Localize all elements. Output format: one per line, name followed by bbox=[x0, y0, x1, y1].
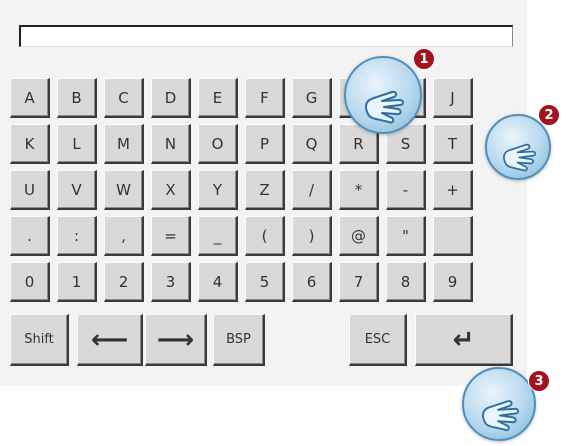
key-z[interactable]: Z bbox=[245, 170, 285, 210]
key-comma[interactable]: , bbox=[104, 216, 144, 256]
text-input-field[interactable] bbox=[19, 25, 513, 47]
key-o[interactable]: O bbox=[198, 124, 238, 164]
key-period[interactable]: . bbox=[10, 216, 50, 256]
key-j[interactable]: J bbox=[433, 78, 473, 118]
key-at[interactable]: @ bbox=[339, 216, 379, 256]
key-v[interactable]: V bbox=[57, 170, 97, 210]
key-asterisk[interactable]: * bbox=[339, 170, 379, 210]
key-paren-close[interactable]: ) bbox=[292, 216, 332, 256]
key-m[interactable]: M bbox=[104, 124, 144, 164]
key-f[interactable]: F bbox=[245, 78, 285, 118]
key-p[interactable]: P bbox=[245, 124, 285, 164]
key-c[interactable]: C bbox=[104, 78, 144, 118]
key-n[interactable]: N bbox=[151, 124, 191, 164]
key-backspace[interactable]: BSP bbox=[213, 314, 265, 366]
touch-hand-icon-2 bbox=[485, 114, 551, 180]
key-y[interactable]: Y bbox=[198, 170, 238, 210]
key-arrow-left[interactable]: ⟵ bbox=[77, 314, 143, 366]
key-e[interactable]: E bbox=[198, 78, 238, 118]
key-paren-open[interactable]: ( bbox=[245, 216, 285, 256]
key-w[interactable]: W bbox=[104, 170, 144, 210]
callout-badge-2: 2 bbox=[538, 104, 560, 126]
touch-hand-icon-3 bbox=[462, 367, 536, 441]
callout-badge-1: 1 bbox=[413, 48, 435, 70]
key-0[interactable]: 0 bbox=[10, 262, 50, 302]
key-8[interactable]: 8 bbox=[386, 262, 426, 302]
key-2[interactable]: 2 bbox=[104, 262, 144, 302]
key-d[interactable]: D bbox=[151, 78, 191, 118]
key-minus[interactable]: - bbox=[386, 170, 426, 210]
key-7[interactable]: 7 bbox=[339, 262, 379, 302]
key-arrow-right[interactable]: ⟶ bbox=[145, 314, 207, 366]
callout-badge-3: 3 bbox=[528, 370, 550, 392]
key-6[interactable]: 6 bbox=[292, 262, 332, 302]
key-4[interactable]: 4 bbox=[198, 262, 238, 302]
touch-hand-icon-1 bbox=[344, 56, 422, 134]
key-3[interactable]: 3 bbox=[151, 262, 191, 302]
key-t[interactable]: T bbox=[433, 124, 473, 164]
key-1[interactable]: 1 bbox=[57, 262, 97, 302]
key-l[interactable]: L bbox=[57, 124, 97, 164]
key-5[interactable]: 5 bbox=[245, 262, 285, 302]
key-g[interactable]: G bbox=[292, 78, 332, 118]
key-slash[interactable]: / bbox=[292, 170, 332, 210]
key-plus[interactable]: + bbox=[433, 170, 473, 210]
key-a[interactable]: A bbox=[10, 78, 50, 118]
key-shift[interactable]: Shift bbox=[10, 314, 69, 366]
key-colon[interactable]: : bbox=[57, 216, 97, 256]
key-blank bbox=[433, 216, 473, 256]
key-enter[interactable]: ↵ bbox=[415, 314, 513, 366]
key-underscore[interactable]: _ bbox=[198, 216, 238, 256]
key-x[interactable]: X bbox=[151, 170, 191, 210]
key-quote[interactable]: " bbox=[386, 216, 426, 256]
key-q[interactable]: Q bbox=[292, 124, 332, 164]
key-9[interactable]: 9 bbox=[433, 262, 473, 302]
key-u[interactable]: U bbox=[10, 170, 50, 210]
key-k[interactable]: K bbox=[10, 124, 50, 164]
key-escape[interactable]: ESC bbox=[349, 314, 407, 366]
key-equals[interactable]: = bbox=[151, 216, 191, 256]
key-b[interactable]: B bbox=[57, 78, 97, 118]
